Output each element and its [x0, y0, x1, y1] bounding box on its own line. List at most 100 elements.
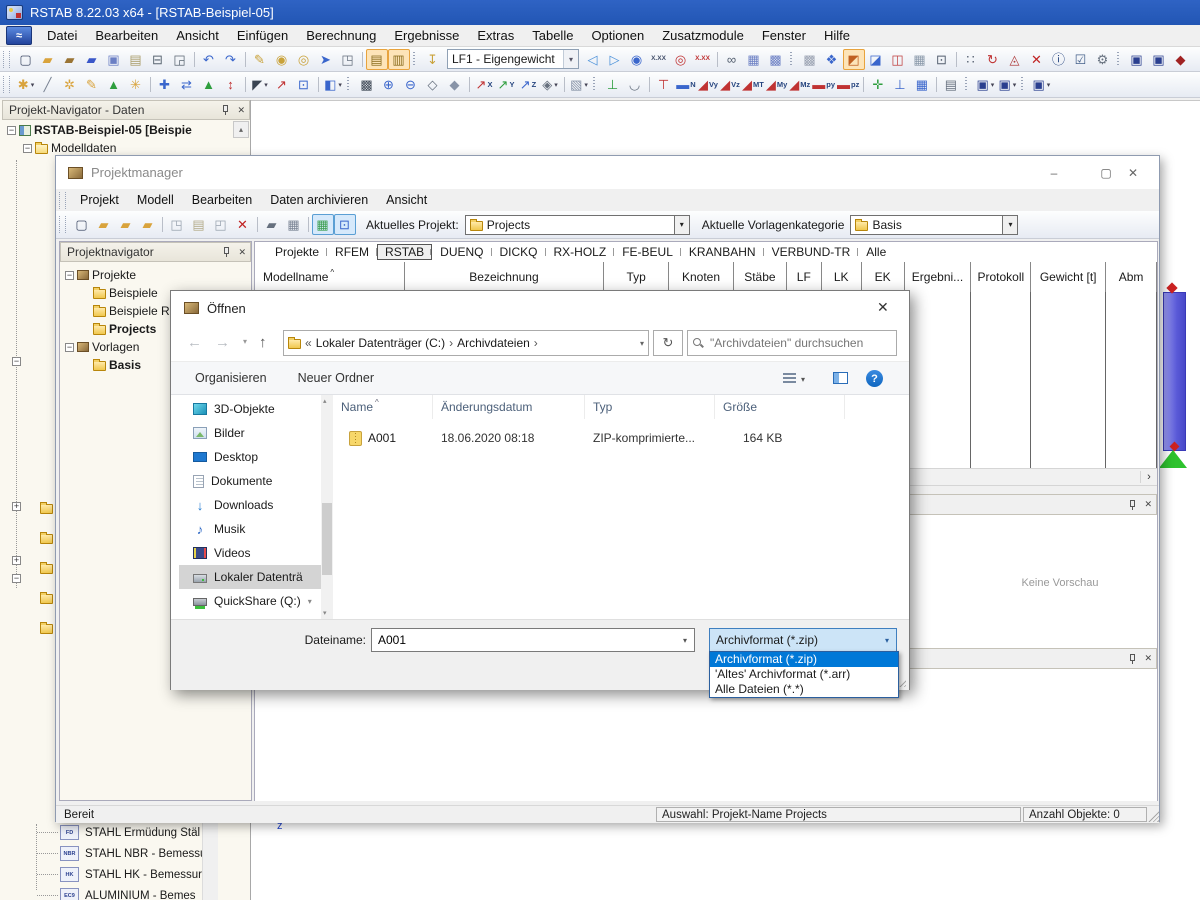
plane-select-icon[interactable]: ⊡ ▾ — [931, 49, 953, 70]
result-beam-icon[interactable]: ⊥ ▾ — [889, 74, 911, 95]
new-support-icon[interactable]: ▲ ▾ — [103, 74, 125, 95]
result-target-icon[interactable]: ◎ ▾ — [670, 49, 692, 70]
navigator-item-aluminium[interactable]: EC9 ALUMINIUM - Bemes — [0, 885, 202, 900]
navigator-item-stahl-nbr[interactable]: NBR STAHL NBR - Bemessu — [0, 843, 202, 864]
snap-target-icon[interactable]: ◎ ▾ — [293, 49, 315, 70]
scrollbar-thumb[interactable] — [322, 503, 332, 575]
navigator-scrollbar[interactable] — [202, 822, 218, 900]
menu-item[interactable]: Tabelle — [523, 25, 582, 46]
tree-expand-icon[interactable]: − — [12, 357, 21, 366]
column-header[interactable]: Protokoll ^ — [971, 262, 1032, 292]
organize-menu[interactable]: Organisieren — [195, 371, 272, 385]
edit-loads-icon[interactable]: ✎ ▾ — [249, 49, 271, 70]
table-view-icon[interactable]: ▤ ▾ — [366, 48, 388, 70]
combo-arrow-icon[interactable]: ▾ — [563, 50, 578, 68]
pin-icon[interactable] — [1128, 653, 1137, 664]
file-column-header[interactable]: Größe ^ — [715, 395, 845, 419]
select-window-icon[interactable]: ⊡ ▾ — [293, 74, 315, 95]
camera-icon[interactable]: ▦ ▾ — [743, 49, 765, 70]
swap-icon[interactable]: ⇄ ▾ — [176, 74, 198, 95]
view-angle-icon[interactable]: ∞ ▾ — [721, 49, 743, 70]
tree-item-model[interactable]: − RSTAB-Beispiel-05 [Beispie — [2, 121, 233, 139]
column-header[interactable]: Typ ^ — [604, 262, 670, 292]
menu-item[interactable]: Daten archivieren — [261, 190, 377, 211]
sidebar-item-quickshare[interactable]: QuickShare (Q:) ▾ — [179, 589, 321, 613]
column-header[interactable]: Modellname ^ — [255, 262, 405, 292]
toolbar-grip[interactable] — [3, 50, 10, 68]
tree-expand-icon[interactable]: − — [65, 270, 74, 280]
tab[interactable]: KRANBAHN — [681, 244, 764, 260]
solid-view-icon[interactable]: ◆ ▾ — [444, 74, 466, 95]
preview-pane-icon[interactable] — [833, 372, 848, 384]
move-icon[interactable]: ✚ ▾ — [154, 74, 176, 95]
result-py-icon[interactable]: ▬ py ▾ — [811, 74, 836, 95]
tree-expand-icon[interactable]: + — [12, 502, 21, 511]
tree-expand-icon[interactable]: − — [12, 574, 21, 583]
column-header[interactable]: LF ^ — [787, 262, 822, 292]
scrollbar-up-icon[interactable]: ▴ — [323, 397, 327, 405]
address-dropdown-icon[interactable]: ▾ — [640, 339, 644, 348]
dialog-close-icon[interactable]: ✕ — [877, 299, 889, 316]
pm-copy-model-icon[interactable]: ◰ ▾ — [210, 214, 232, 235]
check-model-icon[interactable]: ☑ ▾ — [1070, 49, 1092, 70]
view-monitor-icon[interactable]: ▣ ▾ — [1126, 49, 1148, 70]
up-icon[interactable]: ↑ — [259, 334, 267, 351]
view-list-icon[interactable] — [783, 373, 796, 384]
rotate-icon[interactable]: ↻ ▾ — [982, 49, 1004, 70]
table-layout-icon[interactable]: ▥ ▾ — [388, 48, 410, 70]
load-case-combo[interactable]: LF1 - Eigengewicht ▾ — [447, 49, 579, 69]
tab[interactable]: DUENQ — [432, 244, 492, 260]
column-header[interactable]: Ergebni... ^ — [905, 262, 972, 292]
close-icon[interactable]: ✕ — [237, 105, 245, 116]
help-icon[interactable]: ? — [866, 370, 883, 387]
close-icon[interactable]: ✕ — [238, 247, 246, 258]
pm-archive-icon[interactable]: ▦ ▾ — [283, 214, 305, 235]
show-hinges-icon[interactable]: ◡ ▾ — [624, 74, 646, 95]
tab[interactable]: RX-HOLZ — [546, 244, 615, 260]
pm-copy-icon[interactable]: ◳ ▾ — [166, 214, 188, 235]
show-supports-icon[interactable]: ⊥ ▾ — [602, 74, 624, 95]
result-n-icon[interactable]: ▬ N ▾ — [675, 74, 697, 95]
scroll-right-icon[interactable]: › — [1140, 471, 1157, 483]
workplane-yz-icon[interactable]: ◪ ▾ — [865, 49, 887, 70]
dimension-arrow-icon[interactable]: ↗ ▾ — [271, 74, 293, 95]
result-values-icon[interactable]: X.XX ▾ — [648, 49, 670, 70]
tab[interactable]: Alle — [858, 244, 894, 260]
print-preview-icon[interactable]: ◲ ▾ — [169, 49, 191, 70]
menu-item[interactable]: Fenster — [753, 25, 815, 46]
new-node2-icon[interactable]: ✲ ▾ — [59, 74, 81, 95]
menu-item[interactable]: Projekt — [71, 190, 128, 211]
filetype-combo[interactable]: Archivformat (*.zip) ▾ — [709, 628, 897, 652]
pin-icon[interactable] — [222, 247, 231, 257]
sidebar-item-local-disk[interactable]: Lokaler Datenträ — [179, 565, 321, 589]
tree-expand-icon[interactable]: + — [12, 556, 21, 565]
menu-item[interactable]: Bearbeiten — [183, 190, 261, 211]
show-results-icon[interactable]: ◉ ▾ — [626, 49, 648, 70]
result-my-icon[interactable]: ◢ My ▾ — [765, 74, 788, 95]
result-diagram-icon[interactable]: ⊤ ▾ — [653, 74, 675, 95]
sidebar-item-documents[interactable]: Dokumente — [179, 469, 321, 493]
result-mz-icon[interactable]: ◢ Mz ▾ — [788, 74, 811, 95]
pm-remove-project-icon[interactable]: ▰ ▾ — [137, 214, 159, 235]
pm-close-button[interactable]: ✕ — [1110, 157, 1156, 189]
menu-item[interactable]: Extras — [468, 25, 523, 46]
menu-item[interactable]: Ergebnisse — [385, 25, 468, 46]
tab[interactable]: Projekte — [267, 244, 328, 260]
menu-item[interactable]: Optionen — [582, 25, 653, 46]
sidebar-scrollbar[interactable]: ▴ ▾ — [321, 395, 333, 619]
pointer-icon[interactable]: ➤ ▾ — [315, 49, 337, 70]
dropdown-option[interactable]: Alle Dateien (*.*) — [710, 682, 898, 697]
open-folder-icon[interactable]: ▰ ▾ — [37, 49, 59, 70]
refresh-button[interactable]: ↻ — [653, 330, 683, 356]
view-monitor2-icon[interactable]: ▣ ▾ — [1148, 49, 1170, 70]
search-input[interactable] — [708, 335, 892, 351]
minimize-button[interactable]: – — [1031, 157, 1077, 189]
menu-item[interactable]: Datei — [38, 25, 86, 46]
grid-settings-icon[interactable]: ▦ ▾ — [909, 49, 931, 70]
pm-new-icon[interactable]: ▢ ▾ — [71, 214, 93, 235]
breadcrumb-bar[interactable]: « Lokaler Datenträger (C:) › Archivdatei… — [283, 330, 649, 356]
camera-video-icon[interactable]: ▩ ▾ — [765, 49, 787, 70]
workplane-xz-icon[interactable]: ◫ ▾ — [887, 49, 909, 70]
pin-icon[interactable] — [221, 105, 230, 115]
toolbar-grip[interactable] — [59, 191, 66, 209]
